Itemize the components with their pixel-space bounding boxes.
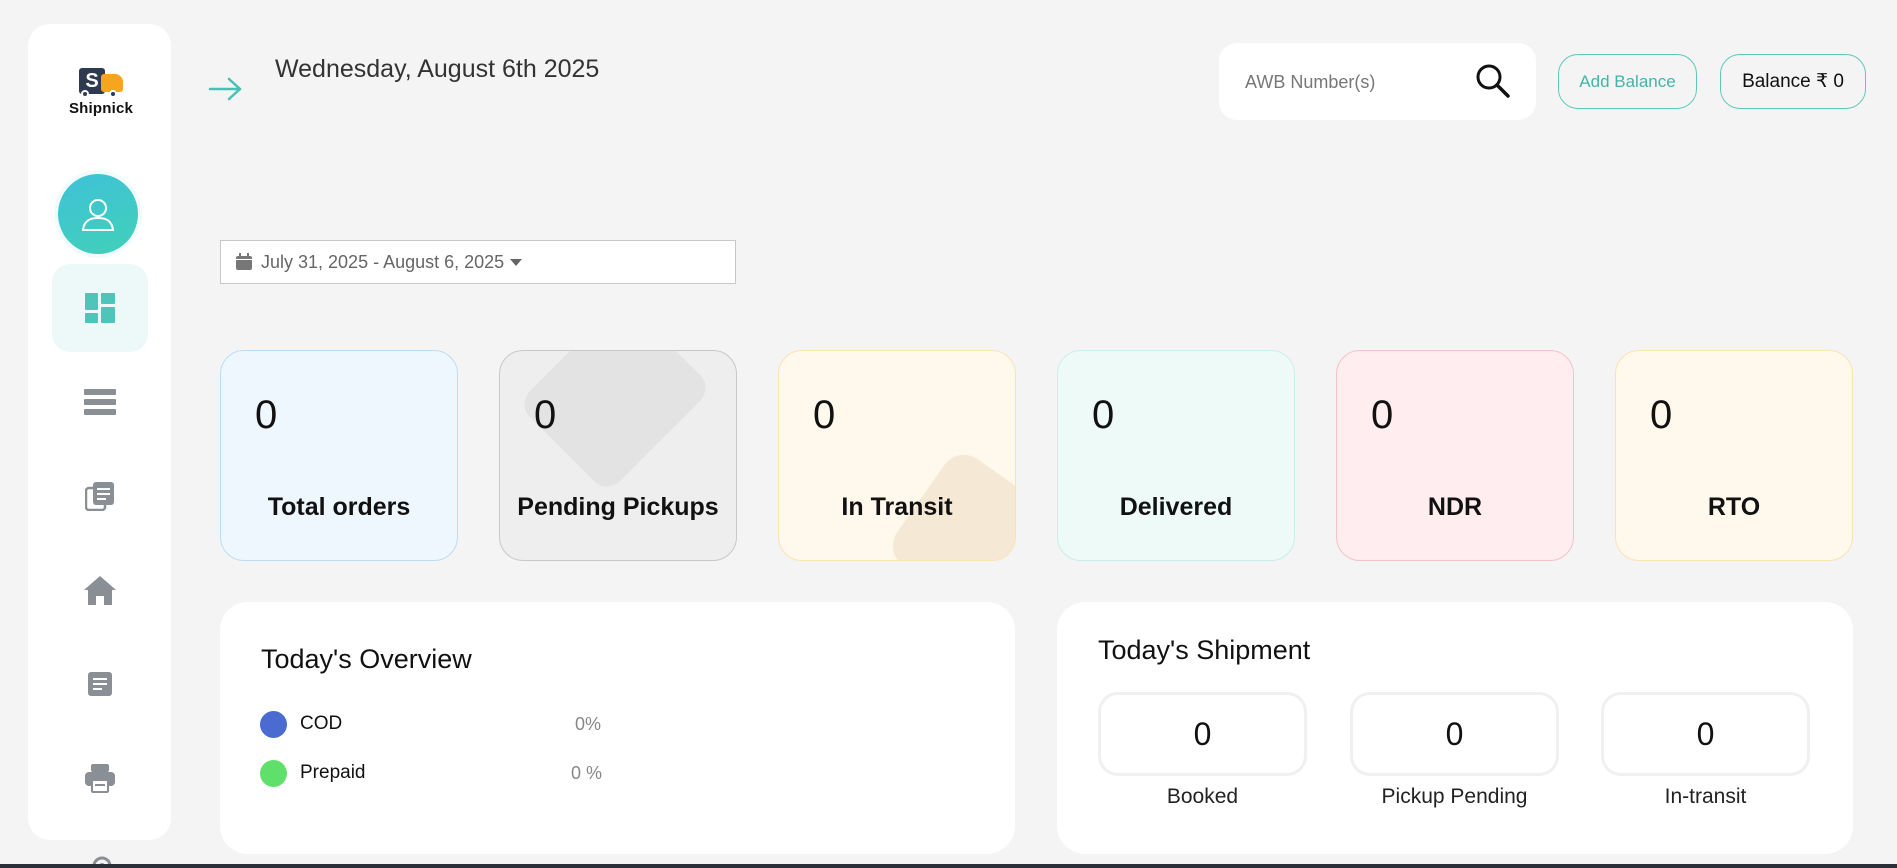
stat-value: 0	[813, 393, 836, 437]
stat-label: Total orders	[267, 493, 411, 521]
stat-card-pending-pickups[interactable]: 0 Pending Pickups	[499, 350, 737, 561]
todays-shipment-panel: Today's Shipment 0 Booked 0 Pickup Pendi…	[1057, 602, 1853, 854]
stat-card-total-orders[interactable]: 0 Total orders	[220, 350, 458, 561]
add-balance-button[interactable]: Add Balance	[1558, 54, 1697, 109]
shipment-booked-count[interactable]: 0	[1098, 692, 1307, 776]
balance-button[interactable]: Balance ₹ 0	[1720, 54, 1866, 109]
menu-list-icon	[84, 389, 116, 415]
stat-label: In Transit	[841, 493, 953, 521]
current-date: Wednesday, August 6th 2025	[275, 55, 600, 83]
prepaid-color-dot	[260, 760, 287, 787]
user-avatar[interactable]	[58, 174, 138, 254]
prepaid-percentage: 0 %	[571, 763, 603, 783]
calendar-icon	[236, 253, 252, 270]
shipnick-logo[interactable]: S Shipnick	[66, 66, 136, 138]
stat-card-in-transit[interactable]: 0 In Transit	[778, 350, 1016, 561]
stat-card-rto[interactable]: 0 RTO	[1615, 350, 1853, 561]
sidebar-item-home[interactable]	[52, 546, 148, 634]
stat-label: NDR	[1427, 493, 1483, 521]
panel-title: Today's Shipment	[1098, 635, 1311, 665]
documents-icon	[85, 482, 114, 511]
search-icon[interactable]	[1473, 61, 1513, 101]
stat-label: Delivered	[1119, 493, 1233, 521]
printer-icon	[85, 764, 115, 793]
shipment-pickup-pending-count[interactable]: 0	[1350, 692, 1559, 776]
legend-label: COD	[300, 713, 343, 734]
window-bottom-edge	[0, 864, 1897, 868]
stat-card-delivered[interactable]: 0 Delivered	[1057, 350, 1295, 561]
todays-overview-panel: Today's Overview COD 0% Prepaid 0 %	[220, 602, 1015, 854]
stat-value: 0	[255, 393, 278, 437]
date-range-label: July 31, 2025 - August 6, 2025	[261, 251, 505, 272]
overview-row-cod: COD	[260, 711, 342, 738]
stat-card-ndr[interactable]: 0 NDR	[1336, 350, 1574, 561]
report-icon	[88, 672, 112, 696]
sidebar-item-print[interactable]	[52, 734, 148, 822]
awb-search-input[interactable]	[1245, 65, 1475, 99]
legend-label: Prepaid	[300, 762, 366, 783]
dashboard-icon	[85, 293, 115, 323]
panel-title: Today's Overview	[261, 644, 472, 674]
user-icon	[81, 199, 115, 231]
shipment-in-transit-count[interactable]: 0	[1601, 692, 1810, 776]
truck-logo-icon: S	[75, 66, 127, 98]
cod-percentage: 0%	[575, 714, 602, 734]
cod-color-dot	[260, 711, 287, 738]
sidebar-item-dashboard[interactable]	[52, 264, 148, 352]
shipment-in-transit-label: In-transit	[1664, 785, 1747, 808]
stat-label: RTO	[1707, 493, 1761, 521]
shipment-pickup-pending-label: Pickup Pending	[1381, 785, 1528, 808]
stat-value: 0	[1371, 393, 1394, 437]
home-icon	[84, 576, 116, 605]
shipment-booked-label: Booked	[1166, 785, 1239, 808]
expand-sidebar-button[interactable]	[208, 74, 244, 104]
arrow-right-icon	[208, 77, 242, 101]
stat-value: 0	[1650, 393, 1673, 437]
sidebar-item-reports[interactable]	[52, 640, 148, 728]
awb-search-box	[1219, 43, 1536, 120]
stat-value: 0	[534, 393, 557, 437]
stat-label: Pending Pickups	[517, 493, 719, 521]
sidebar-item-documents[interactable]	[52, 452, 148, 540]
chevron-down-icon	[510, 258, 523, 266]
date-range-picker[interactable]: July 31, 2025 - August 6, 2025	[220, 240, 736, 284]
overview-row-prepaid: Prepaid	[260, 760, 366, 787]
brand-name: Shipnick	[68, 100, 134, 117]
sidebar-item-orders[interactable]	[52, 358, 148, 446]
sidebar: S Shipnick	[28, 24, 171, 840]
stat-value: 0	[1092, 393, 1115, 437]
